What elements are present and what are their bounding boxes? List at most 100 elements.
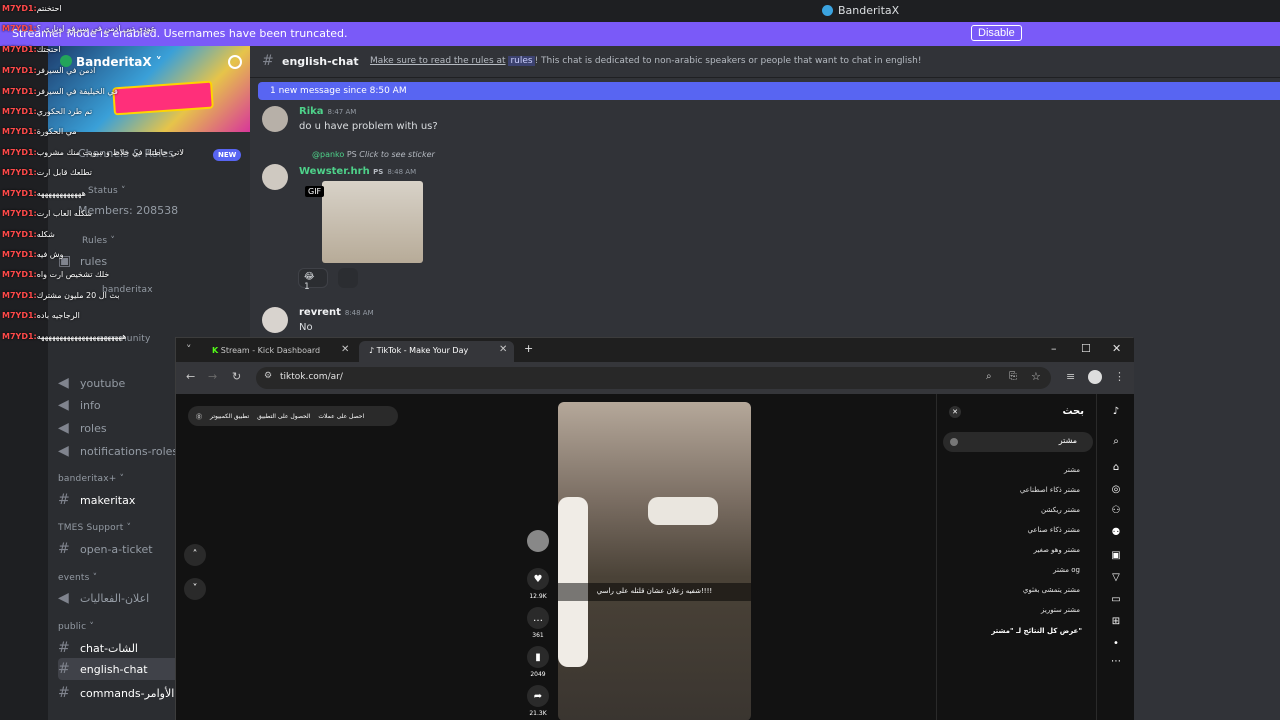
- inbox-icon[interactable]: ▭: [1109, 594, 1123, 608]
- prev-video-button[interactable]: ˄: [184, 544, 206, 566]
- announce-icon: ◀: [58, 590, 69, 606]
- upload-icon[interactable]: ⊞: [1109, 616, 1123, 630]
- like-button[interactable]: ♥ 12.9K: [526, 568, 550, 600]
- message-author[interactable]: Wewster.hrh PS 8:48 AM: [299, 166, 416, 177]
- topic-channel-mention[interactable]: rules: [508, 56, 535, 66]
- next-video-button[interactable]: ˅: [184, 578, 206, 600]
- search-icon[interactable]: ⌕: [1109, 436, 1123, 450]
- category-support[interactable]: TMES Support ˅: [58, 523, 131, 533]
- save-button[interactable]: ▮ 2049: [526, 646, 550, 678]
- overlay-line: M7YD1:احتخنتم: [2, 4, 62, 13]
- streamer-mode-bar: Streamer Mode is enabled. Usernames have…: [0, 22, 1280, 46]
- new-tab-icon[interactable]: +: [524, 342, 533, 355]
- message-author[interactable]: Rika 8:47 AM: [299, 106, 356, 117]
- profile-avatar[interactable]: [1088, 370, 1102, 384]
- comment-button[interactable]: … 361: [526, 607, 550, 639]
- overlay-line: M7YD1:تم طرد الحكوري: [2, 107, 93, 116]
- zoom-icon[interactable]: ⌕: [986, 371, 992, 382]
- suggestion-item[interactable]: مشتر وهو صغير: [1034, 546, 1080, 554]
- tab-tiktok[interactable]: ♪ TikTok - Make Your Day: [359, 341, 514, 362]
- bookmark-icon[interactable]: ☆: [1031, 370, 1041, 383]
- disable-button[interactable]: Disable: [971, 25, 1022, 41]
- channel-info[interactable]: ◀ info: [58, 397, 101, 413]
- see-all-results[interactable]: عرض كل النتائج لـ "مشتر": [991, 627, 1082, 635]
- tab-kick[interactable]: K Stream - Kick Dashboard: [202, 341, 357, 362]
- heart-icon: ♥: [527, 568, 549, 590]
- forward-icon[interactable]: →: [208, 370, 217, 383]
- discord-titlebar: BanderitaX: [0, 0, 1280, 22]
- creator-avatar[interactable]: [526, 530, 550, 555]
- person-shape: [558, 497, 588, 667]
- url-text[interactable]: tiktok.com/ar/: [280, 372, 343, 382]
- close-tab-icon[interactable]: ✕: [341, 344, 349, 355]
- avatar[interactable]: [262, 106, 288, 132]
- desktop: BanderitaX Streamer Mode is enabled. Use…: [0, 0, 1280, 720]
- channel-roles[interactable]: ◀ roles: [58, 420, 107, 436]
- promo-get-app[interactable]: الحصول على التطبيق: [257, 413, 310, 420]
- video-player[interactable]: شفيه زعلان عشان قلتله على راسي!!!!: [558, 402, 751, 720]
- maximize-icon[interactable]: ☐: [1081, 342, 1091, 355]
- new-messages-bar[interactable]: 1 new message since 8:50 AM: [258, 82, 1280, 100]
- close-search-icon[interactable]: ✕: [949, 406, 961, 418]
- channel-notifications-roles[interactable]: ◀ notifications-roles: [58, 443, 178, 459]
- suggestion-item[interactable]: مشتر ذكاء اصطناعي: [1020, 486, 1080, 494]
- topic-link[interactable]: Make sure to read the rules at: [370, 56, 506, 66]
- media-icon[interactable]: ≡: [1066, 370, 1075, 383]
- home-icon[interactable]: ⌂: [1109, 462, 1123, 476]
- promo-desktop-app[interactable]: تطبيق الكمبيوتر: [210, 413, 249, 420]
- site-info-icon[interactable]: ⚙: [264, 371, 272, 381]
- back-icon[interactable]: ←: [186, 370, 195, 383]
- close-tab-icon[interactable]: ✕: [499, 344, 507, 355]
- category-public[interactable]: public ˅: [58, 622, 94, 632]
- suggestion-item[interactable]: مشتر يتمشى بغثوي: [1023, 586, 1080, 594]
- gif-image[interactable]: [322, 181, 423, 263]
- category-banderitax-plus[interactable]: banderitax+ ˅: [58, 474, 124, 484]
- address-bar[interactable]: ⚙ tiktok.com/ar/ ⌕ ⎘ ☆: [256, 367, 1051, 389]
- channel-chat[interactable]: # chat-الشات: [58, 640, 138, 656]
- friends-icon[interactable]: ⚉: [1109, 527, 1123, 541]
- messages-icon[interactable]: ▽: [1109, 572, 1123, 586]
- clear-search-icon[interactable]: [950, 438, 958, 446]
- suggestion-item[interactable]: مشتر ذكاء صناعي: [1028, 526, 1081, 534]
- avatar[interactable]: [262, 164, 288, 190]
- chrome-window: ˅ K Stream - Kick Dashboard ✕ ♪ TikTok -…: [175, 337, 1134, 720]
- announce-icon: ◀: [58, 443, 69, 459]
- channel-commands[interactable]: # commands-الأوامر: [58, 685, 174, 701]
- suggestion-item[interactable]: مشتر: [1064, 466, 1080, 474]
- add-reaction-icon[interactable]: [338, 268, 358, 288]
- promo-coins[interactable]: احصل على عملات: [318, 413, 364, 420]
- channel-events[interactable]: ◀ اعلان-الفعاليات: [58, 590, 149, 606]
- channel-makeritax[interactable]: # makeritax: [58, 492, 135, 508]
- close-window-icon[interactable]: ✕: [1112, 342, 1121, 355]
- channel-youtube[interactable]: ◀ youtube: [58, 375, 125, 391]
- share-button[interactable]: ➦ 21.3K: [526, 685, 550, 717]
- browser-toolbar: ← → ↻ ⚙ tiktok.com/ar/ ⌕ ⎘ ☆ ≡ ⋮: [176, 362, 1134, 394]
- announce-icon: ◀: [58, 397, 69, 413]
- profile-icon[interactable]: •: [1109, 638, 1123, 652]
- suggestion-item[interactable]: مشتر og: [1053, 566, 1080, 574]
- reply-preview[interactable]: @panko PS Click to see sticker: [312, 150, 435, 159]
- kick-icon: K: [212, 346, 219, 355]
- following-icon[interactable]: ⚇: [1109, 505, 1123, 519]
- reload-icon[interactable]: ↻: [232, 370, 241, 383]
- tab-search-icon[interactable]: ˅: [186, 343, 192, 356]
- suggestion-item[interactable]: مشتر ريكشن: [1041, 506, 1080, 514]
- message-author[interactable]: revrent 8:48 AM: [299, 307, 374, 318]
- install-icon[interactable]: ⎘: [1009, 371, 1017, 382]
- channel-open-a-ticket[interactable]: # open-a-ticket: [58, 541, 153, 557]
- live-icon[interactable]: ▣: [1109, 550, 1123, 564]
- more-icon[interactable]: ⋯: [1109, 656, 1123, 670]
- explore-icon[interactable]: ◎: [1109, 484, 1123, 498]
- overlay-line: M7YD1:احتجتك: [2, 45, 61, 54]
- new-badge: NEW: [213, 149, 242, 161]
- suggestion-item[interactable]: مشتر ستوريز: [1041, 606, 1080, 614]
- tiktok-logo-icon[interactable]: ♪: [1109, 406, 1123, 420]
- reaction-laugh[interactable]: 😂 1: [298, 268, 328, 292]
- menu-icon[interactable]: ⋮: [1114, 370, 1125, 383]
- overlay-line: M7YD1:شكله العاب ارت: [2, 209, 92, 218]
- category-events[interactable]: events ˅: [58, 573, 97, 583]
- search-input[interactable]: مشتر: [943, 432, 1093, 452]
- avatar[interactable]: [262, 307, 288, 333]
- minimize-icon[interactable]: –: [1051, 342, 1057, 355]
- invite-icon[interactable]: [228, 55, 242, 69]
